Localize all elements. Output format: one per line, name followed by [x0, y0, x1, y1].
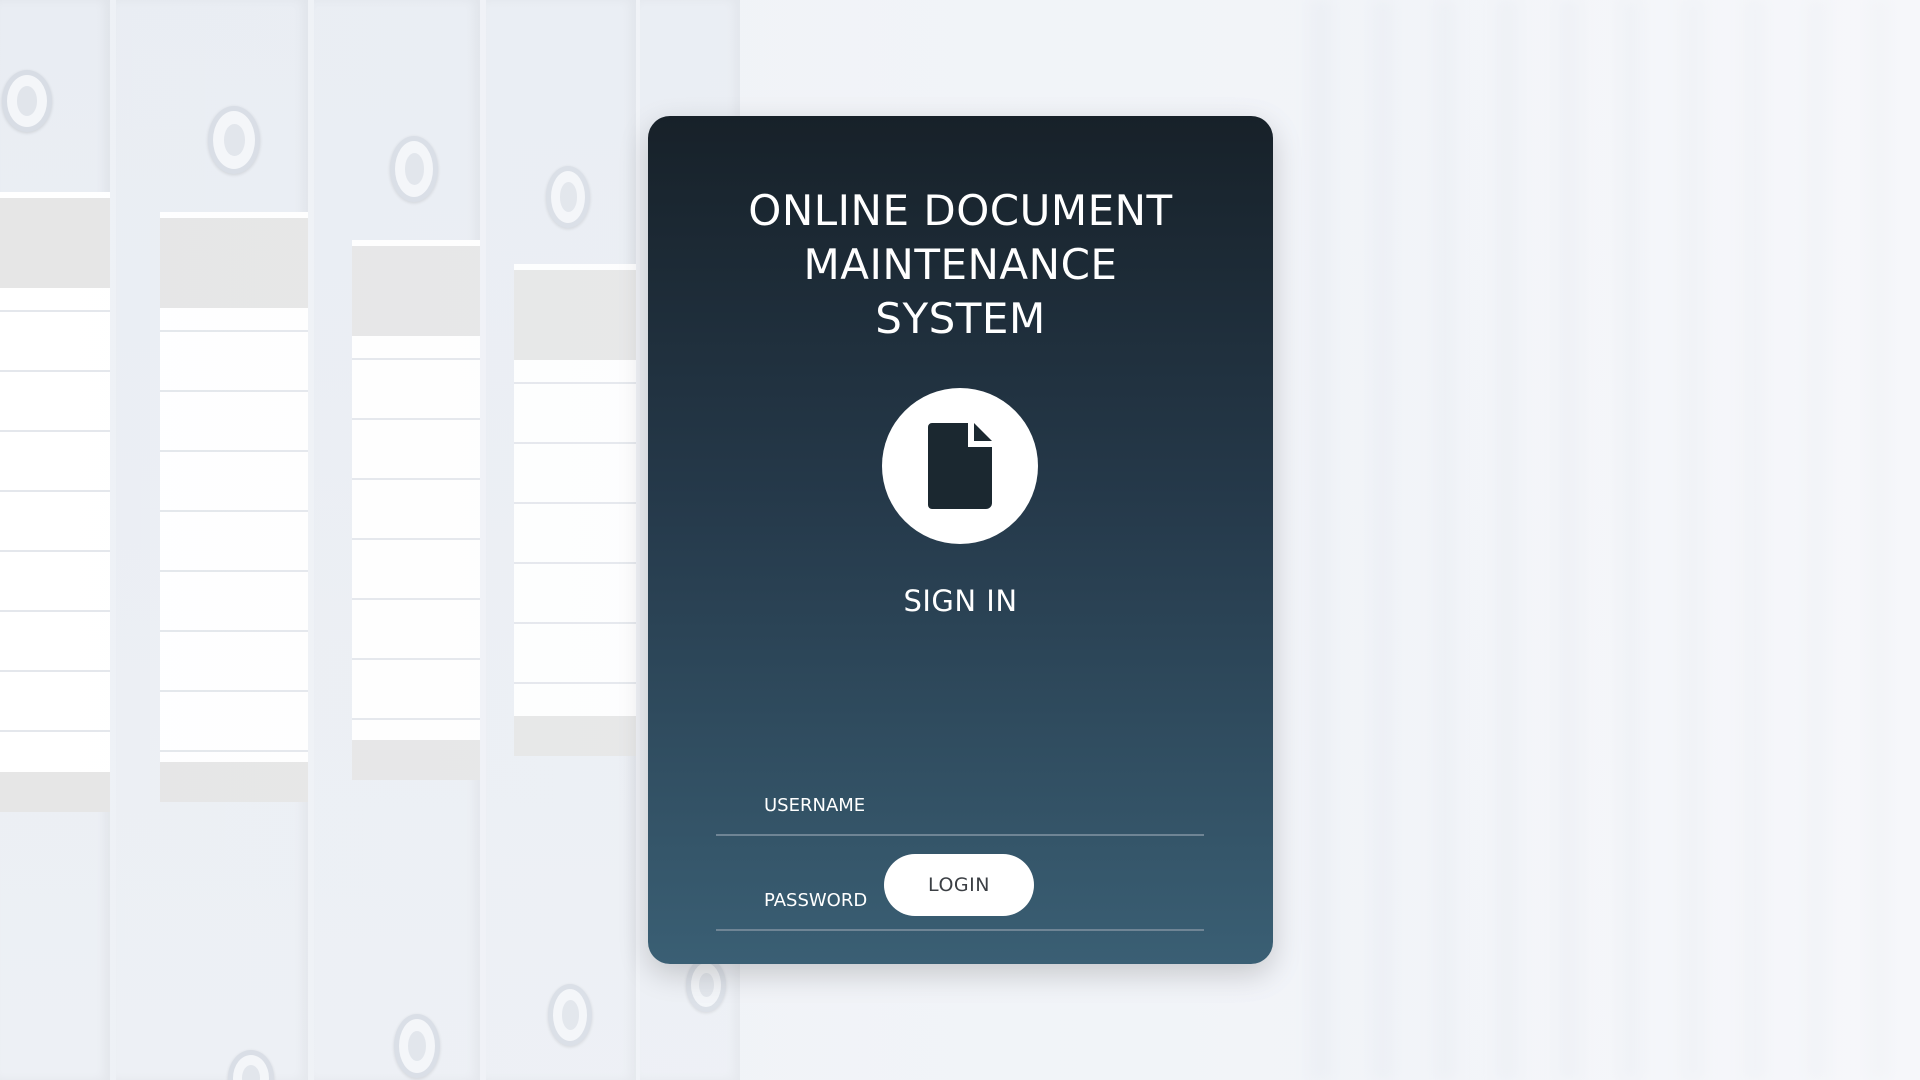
title-line: MAINTENANCE	[803, 240, 1118, 289]
file-icon	[928, 423, 992, 509]
username-field	[716, 776, 1204, 836]
sign-in-heading: SIGN IN	[903, 584, 1018, 618]
login-card: ONLINE DOCUMENT MAINTENANCE SYSTEM SIGN …	[648, 116, 1273, 964]
username-input[interactable]	[716, 776, 1204, 834]
title-line: SYSTEM	[875, 294, 1046, 343]
page-title: ONLINE DOCUMENT MAINTENANCE SYSTEM	[648, 184, 1273, 346]
login-button[interactable]: LOGIN	[884, 854, 1034, 916]
title-line: ONLINE DOCUMENT	[748, 186, 1173, 235]
document-avatar	[882, 388, 1038, 544]
login-page: ONLINE DOCUMENT MAINTENANCE SYSTEM SIGN …	[0, 0, 1920, 1080]
